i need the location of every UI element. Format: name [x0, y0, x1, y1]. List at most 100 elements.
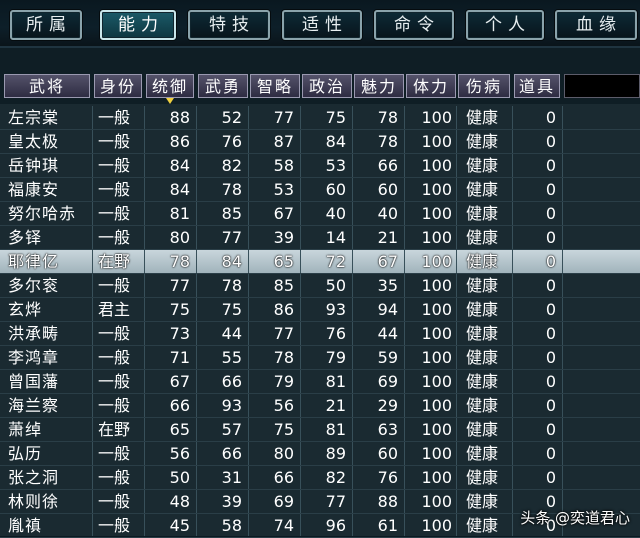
cell-zhengzhi: 53: [325, 156, 346, 175]
officer-table-panel: 武将 身份 统御 武勇 智略 政治 魅力 体力 伤病 道具 左宗棠 一般 88 52 77 75 78 100 健…: [0, 48, 640, 538]
cell-name: 洪承畴: [8, 324, 60, 343]
column-header-1[interactable]: 身份: [94, 74, 142, 98]
cell-shangbing: 健康: [466, 468, 499, 487]
cell-zhilue: 78: [273, 348, 294, 367]
row-divider: [0, 369, 640, 370]
table-row[interactable]: 洪承畴 一般 73 44 77 76 44 100 健康 0: [0, 322, 640, 346]
cell-wuyong: 78: [221, 180, 242, 199]
cell-name: 岳钟琪: [8, 156, 60, 175]
cell-daoju: 0: [545, 204, 556, 223]
tab-6[interactable]: 血缘: [555, 10, 637, 40]
table-row[interactable]: 李鸿章 一般 71 55 78 79 59 100 健康 0: [0, 346, 640, 370]
cell-rank: 在野: [98, 252, 131, 271]
cell-zhengzhi: 40: [325, 204, 346, 223]
cell-name: 左宗棠: [8, 108, 60, 127]
tab-4[interactable]: 命令: [374, 10, 454, 40]
cell-name: 胤禛: [8, 516, 43, 535]
cell-zhengzhi: 60: [325, 180, 346, 199]
table-row[interactable]: 曾国藩 一般 67 66 79 81 69 100 健康 0: [0, 370, 640, 394]
cell-tili: 100: [421, 444, 452, 463]
cell-tili: 100: [421, 348, 452, 367]
table-row[interactable]: 多铎 一般 80 77 39 14 21 100 健康 0: [0, 226, 640, 250]
cell-rank: 一般: [98, 444, 131, 463]
column-header-5[interactable]: 政治: [302, 74, 352, 98]
table-row[interactable]: 耶律亿 在野 78 84 65 72 67 100 健康 0: [0, 250, 640, 274]
cell-zhengzhi: 79: [325, 348, 346, 367]
cell-zhengzhi: 81: [325, 420, 346, 439]
table-row[interactable]: 弘历 一般 56 66 80 89 60 100 健康 0: [0, 442, 640, 466]
row-divider: [0, 417, 640, 418]
cell-name: 皇太极: [8, 132, 60, 151]
tab-2[interactable]: 特技: [188, 10, 270, 40]
table-row[interactable]: 张之洞 一般 50 31 66 82 76 100 健康 0: [0, 466, 640, 490]
row-divider: [0, 345, 640, 346]
cell-shangbing: 健康: [466, 108, 499, 127]
cell-tili: 100: [421, 204, 452, 223]
cell-zhilue: 66: [273, 468, 294, 487]
table-row[interactable]: 海兰察 一般 66 93 56 21 29 100 健康 0: [0, 394, 640, 418]
column-header-7[interactable]: 体力: [406, 74, 456, 98]
cell-wuyong: 44: [221, 324, 242, 343]
cell-zhengzhi: 14: [325, 228, 346, 247]
cell-tili: 100: [421, 180, 452, 199]
cell-zhilue: 77: [273, 324, 294, 343]
row-divider: [0, 297, 640, 298]
column-header-8[interactable]: 伤病: [458, 74, 510, 98]
cell-shangbing: 健康: [466, 444, 499, 463]
cell-wuyong: 52: [221, 108, 242, 127]
table-row[interactable]: 左宗棠 一般 88 52 77 75 78 100 健康 0: [0, 106, 640, 130]
table-row[interactable]: 努尔哈赤 一般 81 85 67 40 40 100 健康 0: [0, 202, 640, 226]
cell-meili: 69: [377, 372, 398, 391]
cell-shangbing: 健康: [466, 420, 499, 439]
cell-meili: 40: [377, 204, 398, 223]
cell-shangbing: 健康: [466, 132, 499, 151]
table-row[interactable]: 玄烨 君主 75 75 86 93 94 100 健康 0: [0, 298, 640, 322]
column-header-9[interactable]: 道具: [514, 74, 560, 98]
row-divider: [0, 273, 640, 274]
cell-tongyu: 65: [169, 420, 190, 439]
tab-1[interactable]: 能力: [100, 10, 176, 40]
cell-daoju: 0: [545, 348, 556, 367]
table-row[interactable]: 福康安 一般 84 78 53 60 60 100 健康 0: [0, 178, 640, 202]
cell-tili: 100: [421, 372, 452, 391]
row-divider: [0, 465, 640, 466]
column-header-6[interactable]: 魅力: [354, 74, 404, 98]
tab-5[interactable]: 个人: [466, 10, 544, 40]
cell-zhengzhi: 96: [325, 516, 346, 535]
column-header-2[interactable]: 统御: [146, 74, 194, 98]
table-row[interactable]: 岳钟琪 一般 84 82 58 53 66 100 健康 0: [0, 154, 640, 178]
cell-tongyu: 73: [169, 324, 190, 343]
cell-shangbing: 健康: [466, 180, 499, 199]
cell-meili: 29: [377, 396, 398, 415]
cell-daoju: 0: [545, 300, 556, 319]
cell-meili: 59: [377, 348, 398, 367]
table-row[interactable]: 萧绰 在野 65 57 75 81 63 100 健康 0: [0, 418, 640, 442]
cell-tili: 100: [421, 300, 452, 319]
column-header-3[interactable]: 武勇: [198, 74, 248, 98]
cell-name: 李鸿章: [8, 348, 60, 367]
row-divider: [0, 201, 640, 202]
table-row[interactable]: 皇太极 一般 86 76 87 84 78 100 健康 0: [0, 130, 640, 154]
row-divider: [0, 321, 640, 322]
cell-meili: 44: [377, 324, 398, 343]
top-tab-bar: 所属 能力 特技 适性 命令 个人 血缘: [0, 0, 640, 48]
cell-wuyong: 93: [221, 396, 242, 415]
cell-tongyu: 78: [169, 252, 190, 271]
table-row[interactable]: 多尔衮 一般 77 78 85 50 35 100 健康 0: [0, 274, 640, 298]
row-divider: [0, 225, 640, 226]
row-divider: [0, 129, 640, 130]
tab-0[interactable]: 所属: [10, 10, 82, 40]
cell-daoju: 0: [545, 156, 556, 175]
column-header-4[interactable]: 智略: [250, 74, 300, 98]
cell-zhengzhi: 82: [325, 468, 346, 487]
cell-tili: 100: [421, 276, 452, 295]
cell-tongyu: 84: [169, 180, 190, 199]
cell-zhilue: 53: [273, 180, 294, 199]
cell-zhengzhi: 76: [325, 324, 346, 343]
tab-3[interactable]: 适性: [282, 10, 362, 40]
cell-daoju: 0: [545, 324, 556, 343]
cell-daoju: 0: [545, 372, 556, 391]
cell-rank: 一般: [98, 180, 131, 199]
column-header-0[interactable]: 武将: [4, 74, 90, 98]
cell-daoju: 0: [545, 420, 556, 439]
